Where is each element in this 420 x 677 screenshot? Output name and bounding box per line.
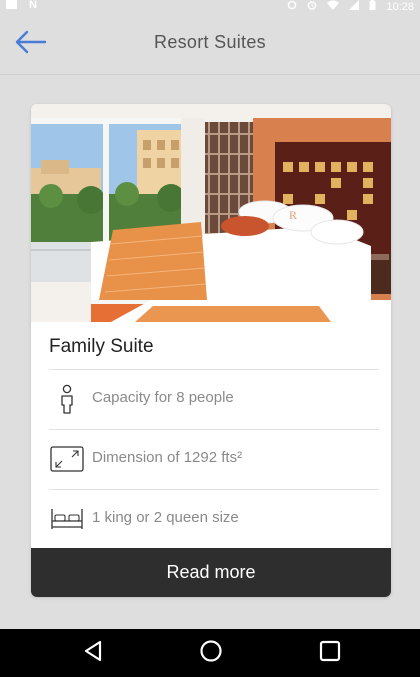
feature-text: 1 king or 2 queen size [92, 509, 239, 526]
status-bar: N 10:28 [0, 0, 420, 14]
suite-photo: R [31, 104, 391, 322]
n-icon: N [29, 0, 37, 11]
signal-icon [349, 0, 360, 13]
suite-card[interactable]: R Family Suite Capacity for 8 people Dim… [31, 104, 391, 597]
feature-text: Dimension of 1292 fts² [92, 449, 243, 466]
nav-home-button[interactable] [189, 637, 233, 669]
back-triangle-icon [83, 640, 103, 667]
system-nav-bar [0, 629, 420, 677]
feature-dimension: Dimension of 1292 fts² [49, 429, 379, 488]
nav-back-button[interactable] [71, 637, 115, 669]
dimension-icon [49, 444, 85, 474]
sync-icon [287, 0, 297, 13]
feature-capacity: Capacity for 8 people [49, 369, 379, 428]
person-icon [49, 384, 85, 414]
read-more-button[interactable]: Read more [31, 548, 391, 597]
app-bar: Resort Suites [0, 14, 420, 75]
image-icon [6, 0, 17, 9]
feature-beds: 1 king or 2 queen size [49, 489, 379, 548]
status-left-icons: N [6, 0, 37, 11]
home-circle-icon [199, 639, 223, 668]
bed-icon [49, 504, 85, 534]
alarm-icon [307, 0, 317, 13]
wifi-icon [327, 0, 340, 13]
suite-name: Family Suite [49, 336, 154, 357]
svg-text:R: R [289, 208, 297, 222]
status-time: 10:28 [386, 0, 414, 13]
status-right-icons: 10:28 [287, 0, 414, 13]
feature-text: Capacity for 8 people [92, 389, 234, 406]
nav-recents-button[interactable] [308, 637, 352, 669]
battery-icon [369, 0, 376, 13]
recents-square-icon [319, 640, 341, 667]
page-title: Resort Suites [154, 32, 266, 52]
